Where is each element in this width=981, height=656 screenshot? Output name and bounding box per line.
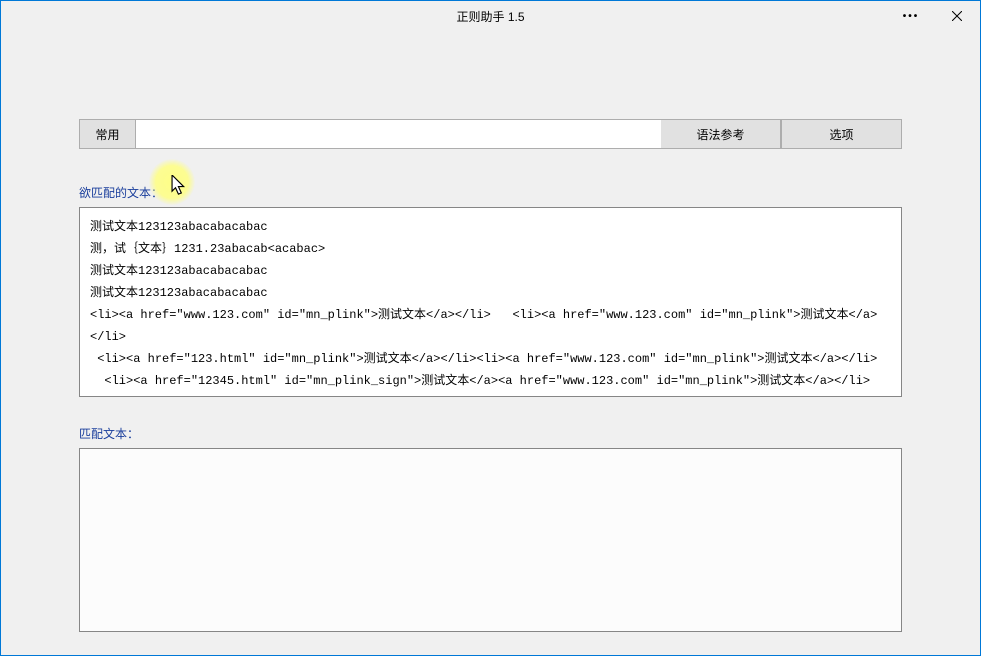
syntax-reference-button[interactable]: 语法参考 — [661, 120, 781, 148]
output-label: 匹配文本： — [79, 425, 902, 442]
window-title: 正则助手 1.5 — [456, 8, 524, 25]
source-text-input[interactable]: 测试文本123123abacabacabac 测，试｛文本｝1231.23aba… — [79, 207, 902, 397]
title-bar[interactable]: 正则助手 1.5 ••• — [1, 1, 980, 31]
close-button[interactable] — [934, 1, 980, 31]
options-button[interactable]: 选项 — [781, 120, 901, 148]
more-button[interactable]: ••• — [888, 1, 934, 31]
match-result-output[interactable] — [79, 448, 902, 632]
window-controls: ••• — [888, 1, 980, 31]
common-patterns-button[interactable]: 常用 — [80, 120, 136, 148]
close-icon — [952, 11, 962, 21]
content-area: 常用 语法参考 选项 欲匹配的文本： 测试文本123123abacabacaba… — [79, 119, 902, 632]
toolbar: 常用 语法参考 选项 — [79, 119, 902, 149]
app-window: 正则助手 1.5 ••• 常用 语法参考 选项 欲匹配的文本： 测试文本1231… — [0, 0, 981, 656]
regex-input[interactable] — [136, 120, 661, 148]
input-label: 欲匹配的文本： — [79, 184, 902, 201]
